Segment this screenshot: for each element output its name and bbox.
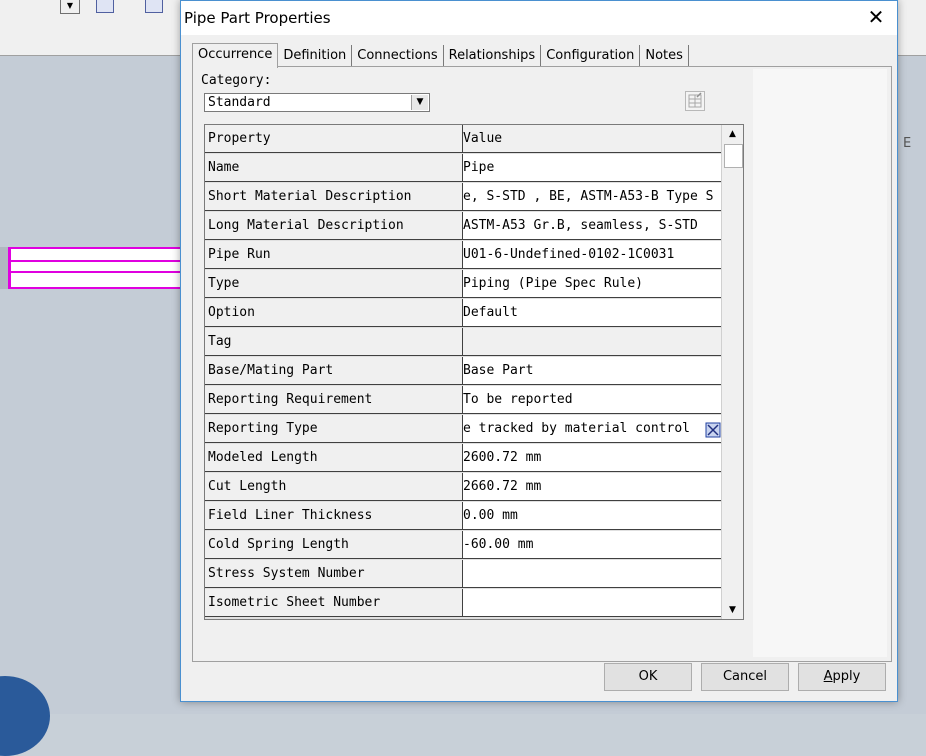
property-name: Type	[205, 270, 463, 298]
toolbar-combo-arrow-icon[interactable]: ▼	[60, 0, 80, 14]
property-value[interactable]	[463, 560, 721, 588]
property-name: Base/Mating Part	[205, 357, 463, 385]
apply-button[interactable]: Apply	[798, 663, 886, 691]
selected-pipe-graphic[interactable]	[0, 247, 182, 289]
property-value[interactable]: 0.00 mm	[463, 502, 721, 530]
property-name: Modeled Length	[205, 444, 463, 472]
property-name: Stress System Number	[205, 560, 463, 588]
table-row[interactable]: Modeled Length 2600.72 mm	[205, 444, 721, 473]
table-row[interactable]: Stress System Number	[205, 560, 721, 589]
picker-icon[interactable]	[705, 421, 721, 438]
edit-properties-icon[interactable]	[685, 91, 705, 111]
table-row[interactable]: Pipe Run U01-6-Undefined-0102-1C0031	[205, 241, 721, 270]
property-value[interactable]: 2600.72 mm	[463, 444, 721, 472]
property-value[interactable]: ASTM-A53 Gr.B, seamless, S-STD	[463, 212, 721, 240]
property-name: Pipe Run	[205, 241, 463, 269]
pipe-end-graphic	[0, 247, 11, 289]
apply-label-rest: pply	[832, 669, 861, 684]
property-value[interactable]: -60.00 mm	[463, 531, 721, 559]
ok-button[interactable]: OK	[604, 663, 692, 691]
category-dropdown[interactable]: Standard ▼	[204, 93, 430, 112]
property-name: Cold Spring Length	[205, 531, 463, 559]
table-row[interactable]: Reporting Type e tracked by material con…	[205, 415, 721, 444]
pipe-part-properties-dialog: Pipe Part Properties ✕ Occurrence Defini…	[180, 0, 898, 702]
table-row[interactable]: Name Pipe	[205, 154, 721, 183]
table-row[interactable]: Reporting Requirement To be reported	[205, 386, 721, 415]
cancel-button[interactable]: Cancel	[701, 663, 789, 691]
toolbar-tool-icon[interactable]	[145, 0, 163, 13]
scroll-down-icon[interactable]: ▼	[723, 601, 742, 619]
property-value[interactable]: Piping (Pipe Spec Rule)	[463, 270, 721, 298]
table-row[interactable]: Cut Length 2660.72 mm	[205, 473, 721, 502]
property-name: Cut Length	[205, 473, 463, 501]
tab-occurrence[interactable]: Occurrence	[192, 43, 279, 68]
property-value[interactable]: e, S-STD , BE, ASTM-A53-B Type S	[463, 183, 721, 211]
table-row[interactable]: Field Liner Thickness 0.00 mm	[205, 502, 721, 531]
chevron-down-icon[interactable]: ▼	[411, 95, 428, 110]
tab-notes[interactable]: Notes	[640, 45, 689, 67]
property-name: Reporting Requirement	[205, 386, 463, 414]
viewport-label: E	[903, 136, 912, 151]
scroll-up-icon[interactable]: ▲	[723, 125, 742, 143]
property-name: Long Material Description	[205, 212, 463, 240]
grid-vertical-scrollbar[interactable]: ▲ ▼	[721, 125, 743, 619]
table-row[interactable]: Tag	[205, 328, 721, 357]
dialog-title: Pipe Part Properties	[184, 9, 331, 27]
category-selected-value: Standard	[208, 95, 271, 110]
property-name: Name	[205, 154, 463, 182]
property-column-header: Property	[205, 125, 463, 153]
property-name: Tag	[205, 328, 463, 356]
property-value[interactable]: 2660.72 mm	[463, 473, 721, 501]
dialog-titlebar[interactable]: Pipe Part Properties ✕	[181, 1, 897, 35]
tab-configuration[interactable]: Configuration	[541, 45, 641, 67]
scrollbar-thumb[interactable]	[724, 144, 743, 168]
property-name: Option	[205, 299, 463, 327]
property-name: Isometric Sheet Number	[205, 589, 463, 617]
property-name: Reporting Type	[205, 415, 463, 443]
table-row[interactable]: Type Piping (Pipe Spec Rule)	[205, 270, 721, 299]
table-row[interactable]: Base/Mating Part Base Part	[205, 357, 721, 386]
tab-bar: Occurrence Definition Connections Relati…	[192, 43, 689, 68]
category-label: Category:	[201, 73, 272, 88]
property-value[interactable]: Pipe	[463, 154, 721, 182]
value-column-header: Value	[463, 125, 721, 153]
property-value[interactable]	[463, 589, 721, 617]
property-name: Short Material Description	[205, 183, 463, 211]
property-name: Field Liner Thickness	[205, 502, 463, 530]
table-row[interactable]: Long Material Description ASTM-A53 Gr.B,…	[205, 212, 721, 241]
property-value[interactable]: To be reported	[463, 386, 721, 414]
property-value[interactable]: Base Part	[463, 357, 721, 385]
grid-header-row: Property Value	[205, 125, 721, 154]
occurrence-tab-panel: Category: Standard ▼ Property Value Name…	[192, 66, 892, 662]
tab-relationships[interactable]: Relationships	[443, 45, 542, 67]
property-value[interactable]: e tracked by material control	[463, 415, 721, 443]
property-value[interactable]: Default	[463, 299, 721, 327]
panel-background	[753, 69, 887, 657]
table-row[interactable]: Short Material Description e, S-STD , BE…	[205, 183, 721, 212]
property-value	[463, 328, 721, 356]
tab-connections[interactable]: Connections	[352, 45, 444, 67]
apply-mnemonic: A	[823, 669, 833, 684]
property-value[interactable]: U01-6-Undefined-0102-1C0031	[463, 241, 721, 269]
properties-grid[interactable]: Property Value Name Pipe Short Material …	[204, 124, 744, 620]
close-icon[interactable]: ✕	[865, 7, 887, 29]
table-row[interactable]: Option Default	[205, 299, 721, 328]
table-row[interactable]: Isometric Sheet Number	[205, 589, 721, 618]
table-row[interactable]: Cold Spring Length -60.00 mm	[205, 531, 721, 560]
toolbar-tool-icon[interactable]	[96, 0, 114, 13]
tab-definition[interactable]: Definition	[278, 45, 353, 67]
